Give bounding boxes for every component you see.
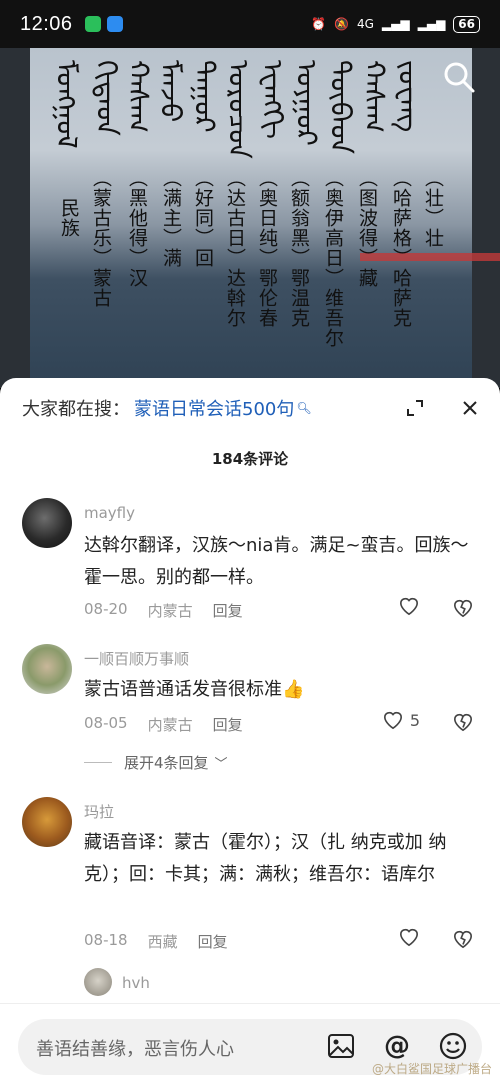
col-hui: （好同）回	[192, 168, 214, 268]
wechat-icon	[84, 16, 101, 32]
mongol-col-2: ᠬᠢᠲᠠᠳ	[90, 60, 123, 136]
avatar[interactable]	[84, 968, 112, 996]
comment-meta: 08-20 内蒙古 回复	[84, 600, 243, 621]
comment-input-placeholder: 善语结善缘，恶言伤人心	[36, 1039, 234, 1060]
mongol-col-10: ᠬᠠᠰᠠᠭ	[358, 60, 391, 133]
col-han: （黑他得）汉	[126, 168, 148, 288]
comment-input-bar: 善语结善缘，恶言伤人心 @ @大白鲨国足球广播台	[0, 1003, 500, 1083]
status-bar: 12:06 ⏰ 🔕 4G ▂▄▆ ▂▄▆ 66	[0, 0, 500, 48]
col-ewenki: （额翁黑）鄂温克	[288, 168, 310, 328]
mongol-col-4: ᠮᠠᠨᠵᠤ	[154, 60, 187, 123]
message-icon	[106, 16, 123, 32]
comment-meta: 08-18 西藏 回复	[84, 931, 228, 952]
col-oroqen: （奥日纯）鄂伦春	[256, 168, 278, 328]
search-suggestion-bar: 大家都在搜： 蒙语日常会话500句 🔍︎	[0, 378, 500, 438]
status-time: 12:06	[20, 12, 73, 35]
mongol-col-6: ᠣᠷᠣᠴᠣᠨ	[222, 60, 255, 159]
col-kazakh: （哈萨格）哈萨克	[390, 168, 412, 328]
image-icon[interactable]	[326, 1031, 356, 1061]
comment-date: 08-18	[84, 931, 128, 949]
comment-sheet: 大家都在搜： 蒙语日常会话500句 🔍︎ 184条评论	[0, 378, 500, 1083]
col-daur: （达古日）达斡尔	[224, 168, 246, 328]
reply-button[interactable]: 回复	[198, 931, 228, 952]
like-button[interactable]	[398, 927, 420, 947]
reply-button[interactable]: 回复	[213, 714, 243, 735]
notification-icons	[84, 16, 123, 32]
signal-2-icon: ▂▄▆	[417, 17, 446, 31]
mute-icon: 🔕	[334, 17, 349, 31]
heart-icon	[383, 711, 402, 730]
network-label: 4G	[356, 17, 374, 31]
mention-icon[interactable]: @	[382, 1031, 412, 1061]
mongol-col-3: ᠬᠠᠰᠠᠭ	[122, 60, 155, 133]
col-zhuang: （壮）壮	[422, 168, 444, 248]
comment-username[interactable]: hvh	[122, 974, 150, 992]
search-icon[interactable]	[442, 60, 476, 94]
mongol-col-9: ᠲᠥᠪᠡᠳ	[324, 60, 357, 154]
ethnic-label: 民族	[58, 198, 80, 238]
battery-indicator: 66	[453, 15, 480, 33]
reply-button[interactable]: 回复	[213, 600, 243, 621]
comment-count: 184条评论	[211, 450, 289, 468]
comment-location: 内蒙古	[147, 716, 193, 734]
avatar[interactable]	[22, 498, 72, 548]
mongol-col-7: ᠡᠸᠡᠩᠬᠢ	[256, 60, 289, 139]
comment-text: 蒙古语普通话发音很标准👍	[84, 679, 305, 700]
comment-username[interactable]: mayfly	[84, 504, 135, 522]
mongol-col-1: ᠮᠣᠩᠭᠣᠯ	[50, 60, 83, 149]
mongol-col-8: ᠤᠶᠭᠤᠷ	[290, 60, 323, 146]
heart-icon	[399, 597, 419, 616]
comment-username[interactable]: 一顺百顺万事顺	[84, 648, 189, 669]
comment-date: 08-05	[84, 714, 128, 732]
dislike-icon[interactable]	[452, 712, 474, 732]
comment-username[interactable]: 玛拉	[84, 801, 114, 822]
alarm-icon: ⏰	[311, 17, 327, 31]
like-button[interactable]: 5	[382, 710, 420, 730]
expand-replies-button[interactable]: 展开4条回复 ﹀	[84, 752, 228, 773]
status-right: ⏰ 🔕 4G ▂▄▆ ▂▄▆ 66	[311, 15, 480, 33]
search-keyword-link[interactable]: 蒙语日常会话500句	[134, 395, 294, 421]
svg-text:@: @	[384, 1031, 410, 1061]
close-icon[interactable]	[462, 400, 478, 416]
col-manchu: （满主）满	[160, 168, 182, 268]
dislike-icon[interactable]	[452, 929, 474, 949]
emoji-icon[interactable]	[438, 1031, 468, 1061]
mongol-col-11: ᠵᠤᠸᠠᠩ	[392, 60, 425, 133]
signal-icon: ▂▄▆	[381, 17, 410, 31]
avatar[interactable]	[22, 644, 72, 694]
divider-line	[84, 762, 112, 763]
input-actions: @	[326, 1031, 468, 1061]
comment-text: 藏语音译：蒙古（霍尔）；汉（扎 纳克或加 纳克）；回：卡其；满：满秋；维吾尔：语…	[84, 832, 447, 885]
expand-replies-label: 展开4条回复	[124, 754, 209, 772]
col-tibet: （图波得）藏	[356, 168, 378, 288]
dislike-icon[interactable]	[452, 598, 474, 618]
like-count: 5	[409, 710, 420, 730]
mongol-col-5: ᠳᠠᠭᠤᠷ	[188, 60, 221, 133]
comment-meta: 08-05 内蒙古 回复	[84, 714, 243, 735]
chevron-down-icon: ﹀	[214, 757, 228, 772]
comment-location: 内蒙古	[147, 602, 193, 620]
col-uyghur: （奥伊高日）维吾尔	[322, 168, 344, 348]
video-player[interactable]: ᠮᠣᠩᠭᠣᠯ ᠬᠢᠲᠠᠳ ᠬᠠᠰᠠᠭ ᠮᠠᠨᠵᠤ ᠳᠠᠭᠤᠷ ᠣᠷᠣᠴᠣᠨ ᠡᠸ…	[0, 48, 500, 388]
comment-date: 08-20	[84, 600, 128, 618]
comment-text: 达斡尔翻译，汉族～nia肯。满足~蛮吉。回族～霍一思。别的都一样。	[84, 535, 469, 588]
pier-shape	[360, 253, 500, 261]
like-button[interactable]	[398, 596, 420, 616]
search-label: 大家都在搜：	[22, 399, 130, 420]
avatar[interactable]	[22, 797, 72, 847]
heart-icon	[399, 928, 419, 947]
watermark: @大白鲨国足球广播台	[371, 1062, 492, 1076]
comment-location: 西藏	[147, 933, 178, 951]
expand-icon[interactable]	[406, 399, 424, 417]
col-mongol: （蒙古乐）蒙古	[90, 168, 112, 308]
search-small-icon: 🔍︎	[296, 401, 312, 415]
